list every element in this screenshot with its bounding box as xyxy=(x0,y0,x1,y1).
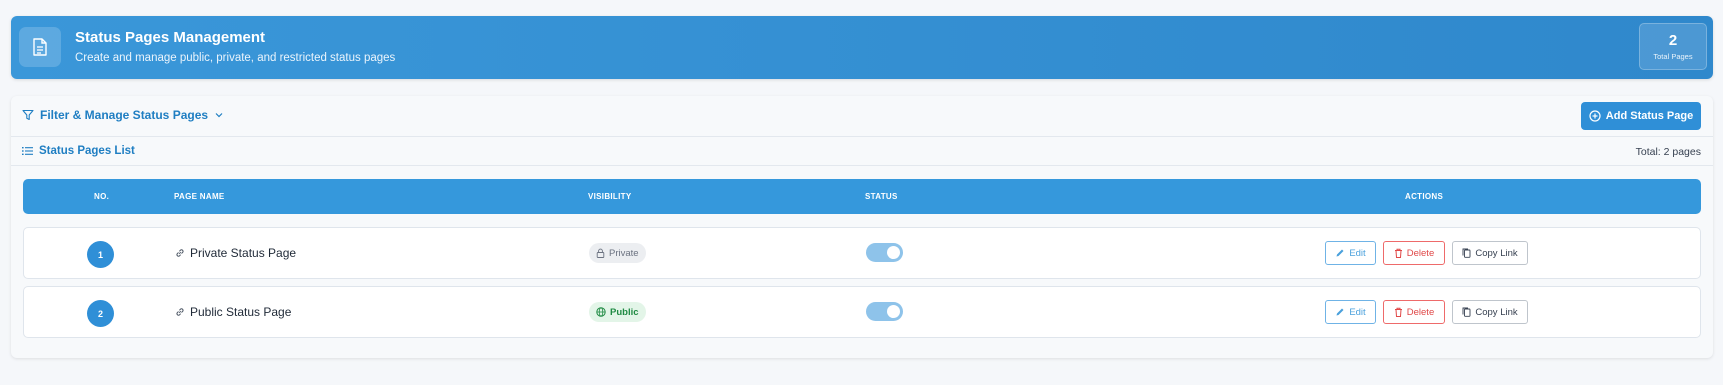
copy-link-label: Copy Link xyxy=(1475,247,1518,259)
table-row: 1 Private Status Page Private Edit Delet… xyxy=(23,227,1701,279)
visibility-badge: Public xyxy=(589,302,646,322)
edit-label: Edit xyxy=(1349,247,1366,259)
delete-button[interactable]: Delete xyxy=(1383,241,1445,265)
status-pages-panel: Filter & Manage Status Pages Add Status … xyxy=(11,96,1713,358)
total-pages-count: Total: 2 pages xyxy=(1635,146,1701,158)
globe-icon xyxy=(596,307,606,317)
trash-icon xyxy=(1394,248,1402,258)
copy-icon xyxy=(1462,248,1471,258)
page-name-label: Public Status Page xyxy=(190,305,292,319)
table-row: 2 Public Status Page Public Edit Delete … xyxy=(23,286,1701,338)
column-header-actions: ACTIONS xyxy=(1405,192,1444,201)
list-icon xyxy=(22,147,33,155)
column-header-no: NO. xyxy=(94,192,110,201)
delete-label: Delete xyxy=(1406,247,1435,259)
visibility-label: Private xyxy=(609,247,639,259)
link-icon xyxy=(176,308,184,316)
edit-label: Edit xyxy=(1349,306,1366,318)
copy-link-button[interactable]: Copy Link xyxy=(1452,241,1528,265)
add-status-page-label: Add Status Page xyxy=(1605,110,1694,122)
link-icon xyxy=(176,249,184,257)
list-title-label: Status Pages List xyxy=(39,145,135,157)
visibility-badge: Private xyxy=(589,243,646,263)
pencil-icon xyxy=(1336,249,1344,257)
page-name-link[interactable]: Private Status Page xyxy=(175,246,296,260)
column-header-visibility: VISIBILITY xyxy=(588,192,632,201)
list-bar: Status Pages List Total: 2 pages xyxy=(11,137,1713,166)
page-subtitle: Create and manage public, private, and r… xyxy=(75,52,396,64)
visibility-label: Public xyxy=(610,306,639,318)
page-name-label: Private Status Page xyxy=(190,246,297,260)
copy-link-label: Copy Link xyxy=(1475,306,1518,318)
total-pages-value: 2 xyxy=(1668,32,1678,49)
copy-icon xyxy=(1462,307,1471,317)
page-header: Status Pages Management Create and manag… xyxy=(11,16,1713,79)
lock-icon xyxy=(596,248,605,258)
document-icon xyxy=(19,27,61,67)
status-toggle[interactable] xyxy=(866,243,903,262)
table-header: NO. PAGE NAME VISIBILITY STATUS ACTIONS xyxy=(23,179,1701,214)
row-number-badge: 1 xyxy=(87,241,114,268)
status-toggle[interactable] xyxy=(866,302,903,321)
trash-icon xyxy=(1394,307,1402,317)
delete-button[interactable]: Delete xyxy=(1383,300,1445,324)
edit-button[interactable]: Edit xyxy=(1325,241,1376,265)
page-name-link[interactable]: Public Status Page xyxy=(175,305,291,319)
toggle-knob xyxy=(887,305,900,318)
filter-label: Filter & Manage Status Pages xyxy=(40,108,209,122)
plus-circle-icon xyxy=(1589,110,1601,122)
column-header-status: STATUS xyxy=(865,192,898,201)
delete-label: Delete xyxy=(1406,306,1435,318)
add-status-page-button[interactable]: Add Status Page xyxy=(1581,102,1701,130)
filter-toggle[interactable]: Filter & Manage Status Pages xyxy=(22,108,224,122)
filter-icon xyxy=(22,109,34,121)
pencil-icon xyxy=(1336,308,1344,316)
column-header-page-name: PAGE NAME xyxy=(174,192,225,201)
row-number-badge: 2 xyxy=(87,300,114,327)
page-title: Status Pages Management xyxy=(75,29,266,46)
total-pages-stat: 2 Total Pages xyxy=(1639,23,1707,70)
list-title: Status Pages List xyxy=(22,145,135,157)
total-pages-label: Total Pages xyxy=(1653,52,1693,61)
toggle-knob xyxy=(887,246,900,259)
chevron-down-icon xyxy=(215,113,223,118)
copy-link-button[interactable]: Copy Link xyxy=(1452,300,1528,324)
filter-bar: Filter & Manage Status Pages Add Status … xyxy=(11,96,1713,137)
edit-button[interactable]: Edit xyxy=(1325,300,1376,324)
